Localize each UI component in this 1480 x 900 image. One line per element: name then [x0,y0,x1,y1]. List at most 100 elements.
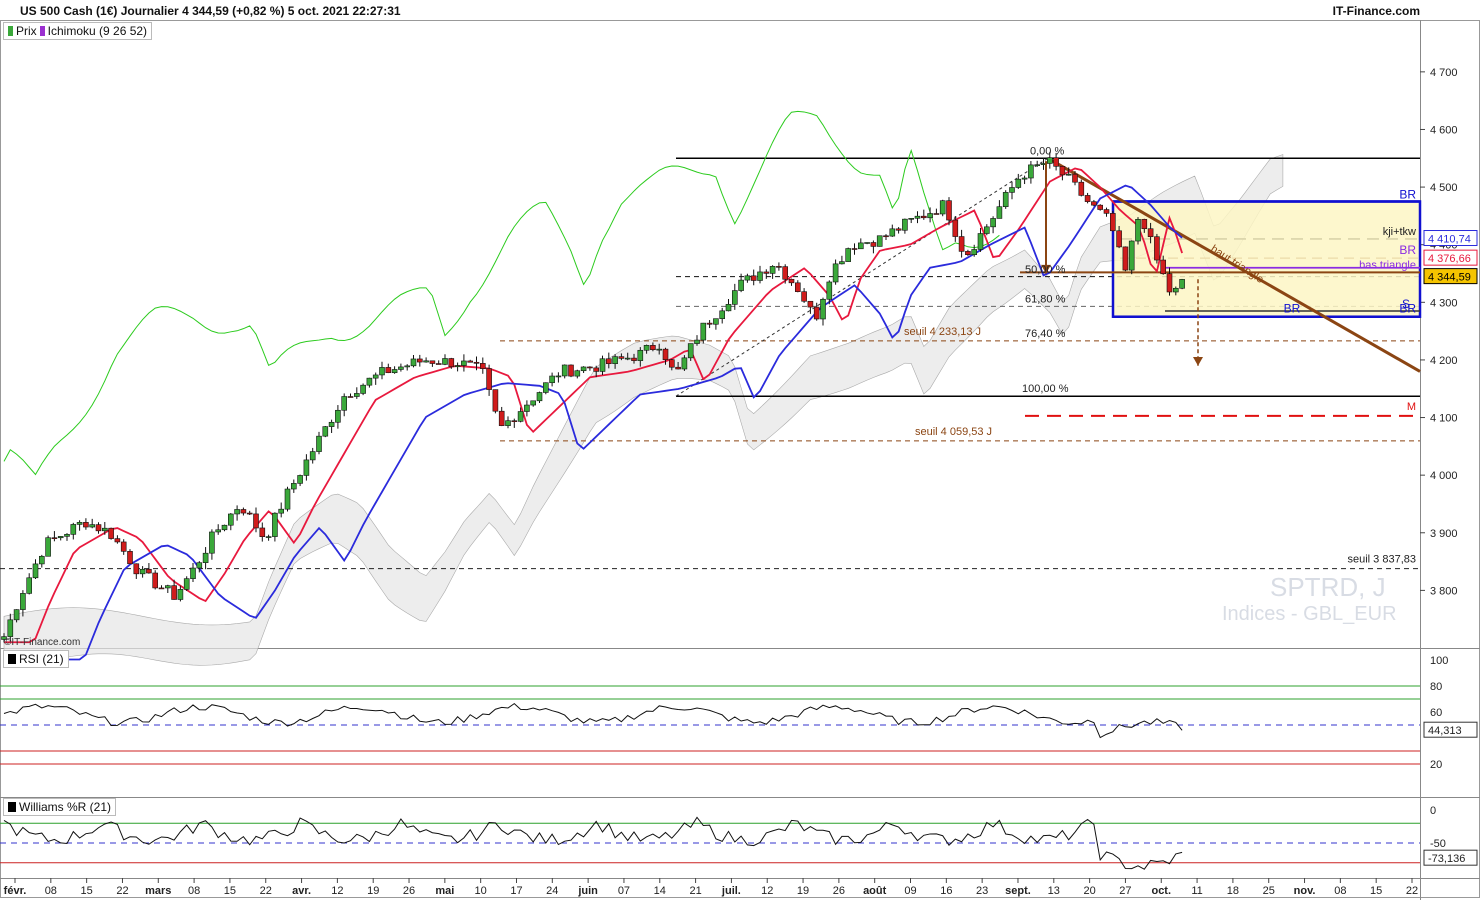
candle-body [668,359,675,368]
time-tick-label: 16 [940,885,952,897]
candle-body [731,290,738,305]
candle-body [561,364,568,377]
legend-price[interactable]: Prix [16,24,37,38]
candle-body [574,370,581,377]
level-label-bas-triangle: bas triangle [1359,259,1416,271]
candle-body [807,300,814,308]
candle-body [7,619,14,637]
time-tick-label: 24 [546,885,558,897]
candle-body [102,527,108,532]
marker-label: BR [1399,243,1416,257]
candle-body [845,248,852,262]
time-tick-label: 19 [367,885,379,897]
candle-body [372,374,379,379]
candle-body [694,339,700,344]
candle-body [13,609,20,621]
candle-body [876,235,883,247]
candle-body [133,563,140,575]
chart-canvas[interactable]: 3 8003 9004 0004 1004 2004 3004 4004 500… [0,0,1480,900]
time-tick-label: 21 [689,885,701,897]
candle-body [801,291,807,302]
candle-body [423,360,429,363]
time-tick-label: avr. [292,885,311,897]
candle-body [26,577,33,594]
candle-body [64,534,70,537]
candle-body [637,349,644,361]
time-tick-label: oct. [1151,885,1171,897]
candle-body [379,367,385,376]
main-legend: Prix Ichimoku (9 26 52) [3,22,153,40]
candle-body [272,512,278,537]
candle-body [429,360,436,364]
time-tick-label: 19 [797,885,809,897]
rsi-tick-label: 80 [1430,681,1442,693]
fib-label: 100,00 % [1022,383,1069,395]
time-tick-label: 25 [1263,885,1275,897]
candle-body [839,261,845,265]
candle-body [391,369,398,374]
time-tick-label: mai [435,885,454,897]
candle-body [1021,177,1028,180]
candle-body [883,235,889,238]
candle-body [524,404,530,412]
candle-body [958,236,965,252]
candle-body [1160,259,1166,275]
candle-body [360,384,366,394]
candle-body [215,529,221,533]
candle-body [38,555,45,565]
ichimoku-swatch-icon [39,26,45,36]
legend-ichimoku[interactable]: Ichimoku (9 26 52) [48,24,147,38]
candle-body [89,524,95,528]
level-label-kji: kji+tkw [1383,226,1416,238]
watermark-symbol: SPTRD, J [1270,572,1386,602]
candle-body [820,298,826,320]
candle-body [996,206,1003,219]
candle-body [1053,157,1059,167]
time-tick-label: 07 [618,885,630,897]
candle-body [1028,164,1034,179]
legend-rsi[interactable]: RSI (21) [19,652,64,666]
candle-body [1110,213,1116,232]
candle-body [486,368,492,390]
candle-body [864,242,870,244]
candle-body [832,263,839,283]
candle-body [265,536,272,538]
candle-body [290,483,297,490]
fib-label: 61,80 % [1025,293,1066,305]
candle-body [461,360,467,366]
time-tick-label: juil. [721,885,741,897]
candle-body [146,568,152,574]
rsi-tick-label: 100 [1430,655,1448,667]
candle-body [385,367,392,374]
candle-body [505,420,511,426]
candle-body [20,593,26,610]
candle-body [977,233,984,250]
fib-label: 0,00 % [1030,145,1064,157]
candle-body [580,366,587,372]
time-tick-label: 15 [81,885,93,897]
time-tick-label: juin [577,885,598,897]
time-tick-label: 22 [116,885,128,897]
candle-body [908,218,915,220]
time-tick-label: 20 [1083,885,1095,897]
candle-body [234,509,240,515]
time-tick-label: 22 [1406,885,1418,897]
candle-body [284,488,291,510]
candle-body [870,242,877,247]
candle-body [952,219,959,237]
candle-body [492,389,499,412]
time-tick-label: sept. [1005,885,1031,897]
projection-arrow-head-icon [1193,357,1203,366]
candle-body [656,348,663,351]
candle-body [322,426,329,437]
candle-body [410,358,417,367]
candle-body [45,537,51,557]
candle-body [1091,201,1097,206]
candle-body [725,304,732,312]
candle-body [479,363,486,369]
legend-williams[interactable]: Williams %R (21) [19,800,111,814]
candle-body [643,345,650,351]
williams-swatch-icon [8,802,16,812]
candle-body [599,358,606,372]
candle-body [763,271,770,274]
